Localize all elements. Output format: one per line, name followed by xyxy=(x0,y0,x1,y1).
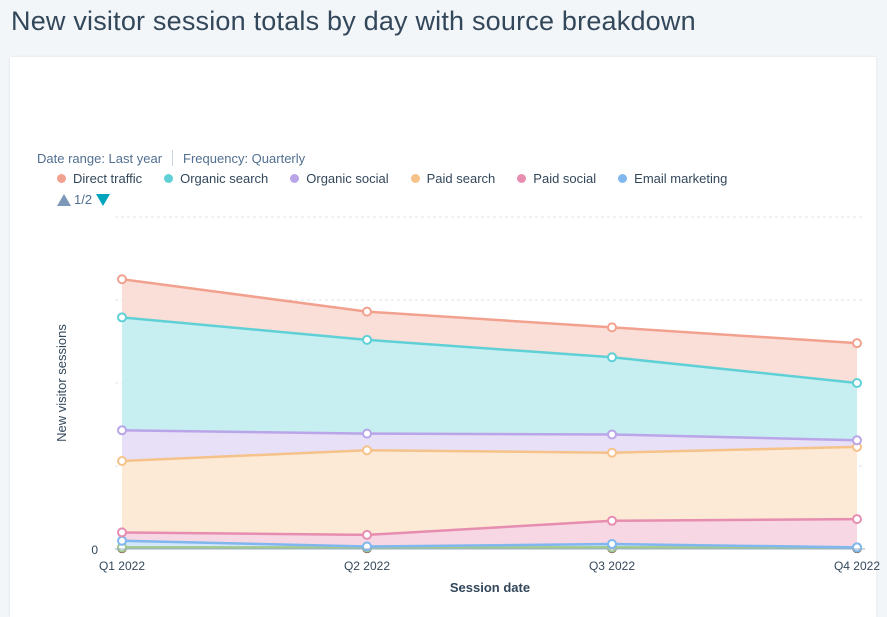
x-tick-label: Q2 2022 xyxy=(344,559,390,573)
point-paid-search[interactable] xyxy=(117,456,127,467)
point-organic-search[interactable] xyxy=(362,334,372,345)
x-axis-title: Session date xyxy=(450,580,530,595)
point-organic-social[interactable] xyxy=(852,435,862,446)
stacked-area-chart: 0Q1 2022 Q2 2022 Q3 2022 Q4 2022 Session dat… xyxy=(54,216,880,595)
point-direct-traffic[interactable] xyxy=(362,306,372,317)
point-organic-search[interactable] xyxy=(117,312,127,323)
point-organic-social[interactable] xyxy=(362,428,372,439)
x-tick-label: Q3 2022 xyxy=(589,559,635,573)
point-organic-social[interactable] xyxy=(117,425,127,436)
point-direct-traffic[interactable] xyxy=(607,322,617,333)
point-paid-social[interactable] xyxy=(852,514,862,525)
point-email-marketing[interactable] xyxy=(852,542,862,553)
point-organic-social[interactable] xyxy=(607,429,617,440)
point-direct-traffic[interactable] xyxy=(117,274,127,285)
point-email-marketing[interactable] xyxy=(117,535,127,546)
y-axis-title: New visitor sessions xyxy=(54,324,69,442)
point-paid-search[interactable] xyxy=(362,445,372,456)
point-organic-search[interactable] xyxy=(607,352,617,363)
point-paid-social[interactable] xyxy=(117,527,127,538)
point-paid-social[interactable] xyxy=(607,515,617,526)
x-tick-label: Q4 2022 xyxy=(834,559,880,573)
point-paid-social[interactable] xyxy=(362,529,372,540)
point-email-marketing[interactable] xyxy=(607,539,617,550)
point-paid-search[interactable] xyxy=(607,447,617,458)
x-tick-label: Q1 2022 xyxy=(99,559,145,573)
point-direct-traffic[interactable] xyxy=(852,338,862,349)
point-organic-search[interactable] xyxy=(852,378,862,388)
y-tick-label: 0 xyxy=(91,543,98,557)
